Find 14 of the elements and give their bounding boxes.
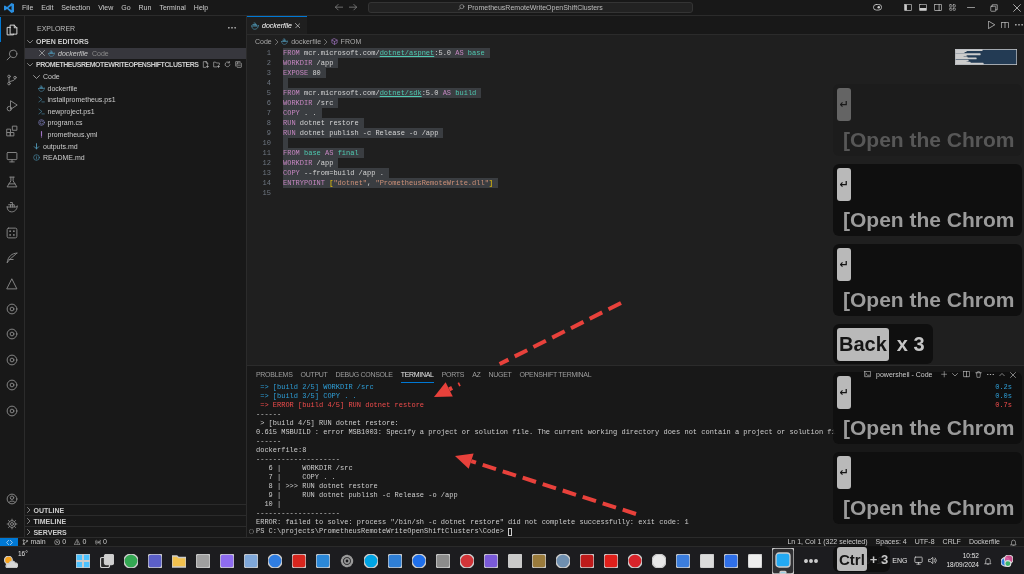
keystroke-text: x 3 — [896, 333, 925, 355]
keystroke-caption: [Open the Chrom — [842, 497, 1015, 519]
key-cap: ↵ — [837, 456, 851, 489]
keystroke-caption: [Open the Chrom — [842, 289, 1015, 311]
key-cap: ↵ — [837, 376, 851, 409]
key-cap: Ctrl — [837, 547, 867, 571]
keystroke-caption: [Open the Chrom — [842, 209, 1015, 231]
key-cap: ↵ — [837, 168, 851, 201]
key-cap: Back — [837, 327, 889, 361]
key-cap: ↵ — [837, 88, 851, 121]
keystroke-caption: [Open the Chrom — [842, 129, 1015, 151]
keystroke-text: + 3 — [869, 551, 889, 567]
key-cap: ↵ — [837, 248, 851, 281]
keystroke-caption: [Open the Chrom — [842, 417, 1015, 439]
